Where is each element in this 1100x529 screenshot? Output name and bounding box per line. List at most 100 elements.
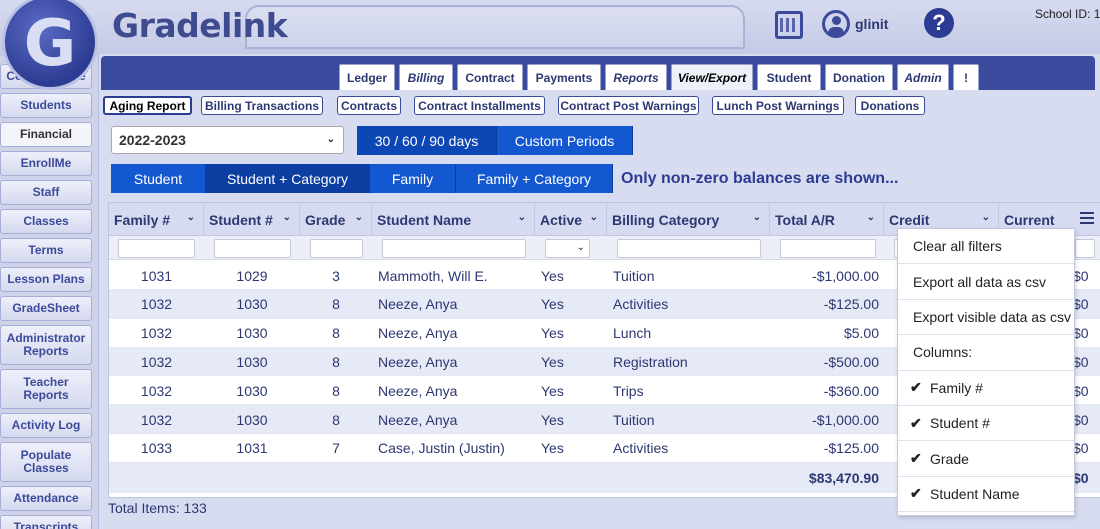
nav-activity-log[interactable]: Activity Log — [0, 413, 92, 438]
tab-admin[interactable]: Admin — [897, 64, 949, 90]
cell-student: 1030 — [236, 411, 268, 428]
col-label: Student # — [209, 211, 273, 228]
period-custom[interactable]: Custom Periods — [497, 126, 633, 155]
cell-family: 1032 — [140, 382, 173, 399]
filter-current-input[interactable] — [1075, 239, 1095, 258]
nav-transcripts[interactable]: Transcripts — [0, 515, 92, 529]
cell-category: Activities — [613, 440, 669, 457]
tab-contract[interactable]: Contract — [457, 64, 523, 90]
chevron-down-icon[interactable]: ⌄ — [355, 212, 363, 223]
col-student-num[interactable]: Student # ⌄ — [204, 203, 300, 236]
chevron-down-icon[interactable]: ⌄ — [283, 212, 291, 223]
filter-total-input[interactable] — [780, 239, 876, 258]
col-billing-category[interactable]: Billing Category ⌄ — [607, 203, 770, 236]
checkmark-icon: ✔ — [910, 414, 922, 431]
tab-alert[interactable]: ! — [953, 64, 979, 90]
nav-staff[interactable]: Staff — [0, 180, 92, 205]
menu-col-label: Family # — [930, 379, 983, 396]
tab-ledger[interactable]: Ledger — [339, 64, 395, 90]
col-total-ar[interactable]: Total A/R ⌄ — [770, 203, 884, 236]
cell-grade: 8 — [332, 353, 340, 370]
cell-category: Tuition — [613, 411, 655, 428]
nav-populate-classes[interactable]: Populate Classes — [0, 442, 92, 482]
tab-bar: Ledger Billing Contract Payments Reports… — [101, 56, 1095, 90]
subtab-contract-installments[interactable]: Contract Installments — [414, 96, 545, 115]
calendar-icon[interactable] — [775, 11, 803, 39]
cell-grade: 8 — [332, 296, 340, 313]
tab-reports[interactable]: Reports — [605, 64, 667, 90]
nav-attendance[interactable]: Attendance — [0, 486, 92, 511]
nav-students[interactable]: Students — [0, 93, 92, 118]
period-30-60-90[interactable]: 30 / 60 / 90 days — [357, 126, 497, 155]
group-student-category[interactable]: Student + Category — [206, 164, 370, 193]
menu-col-label: Grade — [930, 450, 969, 467]
menu-export-visible-csv[interactable]: Export visible data as csv — [898, 300, 1074, 336]
subtab-billing-transactions[interactable]: Billing Transactions — [201, 96, 323, 115]
tab-student[interactable]: Student — [757, 64, 821, 90]
nav-enrollme[interactable]: EnrollMe — [0, 151, 92, 176]
filter-active-select[interactable]: ⌄ — [545, 239, 590, 258]
chevron-down-icon[interactable]: ⌄ — [867, 212, 875, 223]
tab-billing[interactable]: Billing — [399, 64, 453, 90]
cell-name: Mammoth, Will E. — [378, 267, 488, 284]
menu-export-all-csv[interactable]: Export all data as csv — [898, 264, 1074, 300]
filter-category-input[interactable] — [617, 239, 761, 258]
group-family[interactable]: Family — [370, 164, 456, 193]
tab-payments[interactable]: Payments — [527, 64, 601, 90]
chevron-down-icon[interactable]: ⌄ — [518, 212, 526, 223]
cell-active: Yes — [541, 267, 564, 284]
hamburger-menu-icon[interactable] — [1080, 212, 1094, 224]
nav-classes[interactable]: Classes — [0, 209, 92, 234]
nav-gradesheet[interactable]: GradeSheet — [0, 296, 92, 321]
nav-teacher-reports[interactable]: Teacher Reports — [0, 369, 92, 409]
col-family[interactable]: Family # ⌄ — [109, 203, 204, 236]
cell-name: Neeze, Anya — [378, 411, 458, 428]
menu-columns-label: Columns: — [898, 335, 1074, 371]
cell-family: 1031 — [140, 267, 173, 284]
filter-family-input[interactable] — [118, 239, 195, 258]
chevron-down-icon[interactable]: ⌄ — [982, 212, 990, 223]
col-grade[interactable]: Grade ⌄ — [300, 203, 372, 236]
menu-col-grade[interactable]: ✔ Grade — [898, 441, 1074, 477]
subtab-aging-report[interactable]: Aging Report — [103, 96, 192, 115]
filter-grade-input[interactable] — [310, 239, 363, 258]
logo[interactable]: G — [2, 0, 98, 90]
total-items: Total Items: 133 — [108, 500, 207, 516]
menu-col-student-num[interactable]: ✔ Student # — [898, 406, 1074, 442]
chevron-down-icon[interactable]: ⌄ — [753, 212, 761, 223]
help-icon[interactable]: ? — [924, 8, 954, 38]
menu-col-student-name[interactable]: ✔ Student Name — [898, 477, 1074, 513]
col-label: Total A/R — [775, 211, 835, 228]
chevron-down-icon[interactable]: ⌄ — [187, 212, 195, 223]
year-select[interactable]: 2022-2023 ⌄ — [111, 126, 344, 154]
checkmark-icon: ✔ — [910, 450, 922, 467]
username[interactable]: glinit — [855, 16, 888, 32]
nav-terms[interactable]: Terms — [0, 238, 92, 263]
user-icon[interactable] — [822, 10, 850, 38]
nav-administrator-reports[interactable]: Administrator Reports — [0, 325, 92, 365]
left-nav: Communicate Students Financial EnrollMe … — [0, 64, 92, 529]
filter-student-input[interactable] — [214, 239, 291, 258]
col-student-name[interactable]: Student Name ⌄ — [372, 203, 535, 236]
cell-student: 1030 — [236, 325, 268, 342]
chevron-down-icon[interactable]: ⌄ — [590, 212, 598, 223]
col-active[interactable]: Active ⌄ — [535, 203, 607, 236]
tab-view-export[interactable]: View/Export — [671, 64, 753, 90]
subtab-donations[interactable]: Donations — [855, 96, 925, 115]
nav-lesson-plans[interactable]: Lesson Plans — [0, 267, 92, 292]
filter-name-input[interactable] — [382, 239, 526, 258]
subtab-contract-post-warnings[interactable]: Contract Post Warnings — [558, 96, 699, 115]
chevron-down-icon: ⌄ — [326, 134, 335, 145]
menu-col-family[interactable]: ✔ Family # — [898, 371, 1074, 406]
group-family-category[interactable]: Family + Category — [456, 164, 613, 193]
cell-active: Yes — [541, 296, 564, 313]
menu-clear-filters[interactable]: Clear all filters — [898, 229, 1074, 265]
menu-col-label: Student # — [930, 415, 990, 432]
cell-category: Tuition — [613, 267, 655, 284]
subtab-contracts[interactable]: Contracts — [337, 96, 401, 115]
group-student[interactable]: Student — [111, 164, 206, 193]
tab-donation[interactable]: Donation — [825, 64, 893, 90]
subtab-lunch-post-warnings[interactable]: Lunch Post Warnings — [712, 96, 844, 115]
cell-student: 1029 — [236, 267, 268, 284]
nav-financial[interactable]: Financial — [0, 122, 92, 147]
